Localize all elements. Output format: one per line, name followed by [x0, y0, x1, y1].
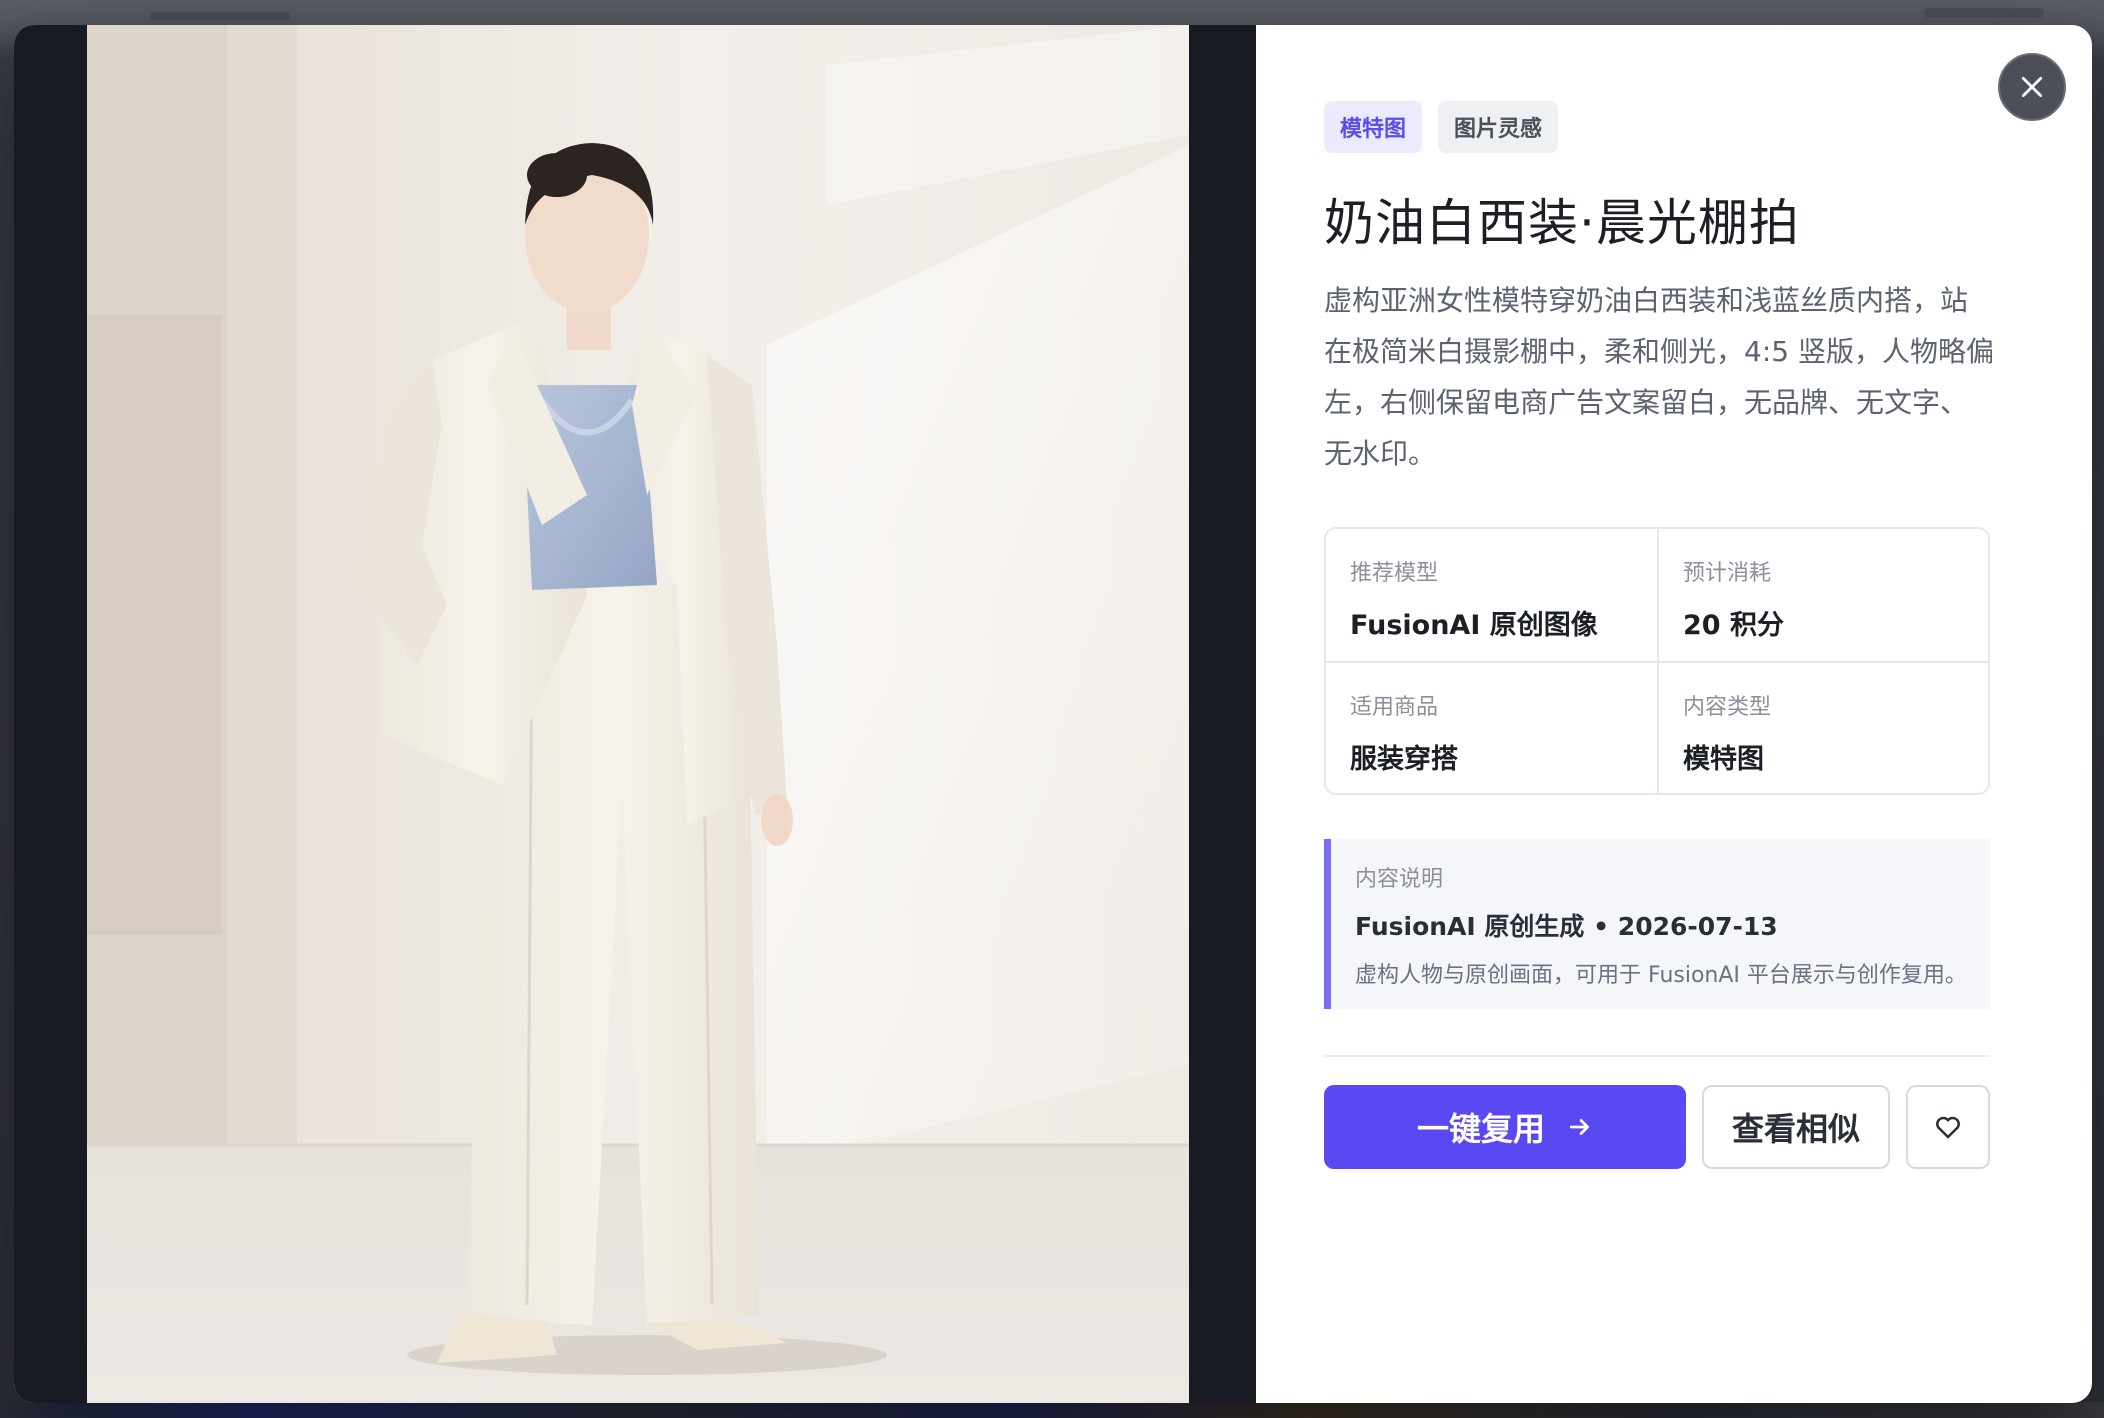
spec-content-type: 内容类型 模特图 [1657, 661, 1988, 793]
spec-value: 服装穿搭 [1350, 744, 1458, 775]
spec-label: 预计消耗 [1683, 561, 1772, 586]
preview-image [87, 25, 1189, 1403]
action-bar: 一键复用 查看相似 [1324, 1085, 1994, 1169]
backdrop-element [1924, 8, 2044, 18]
view-similar-label: 查看相似 [1731, 1110, 1860, 1148]
reuse-button[interactable]: 一键复用 [1324, 1085, 1686, 1169]
spec-label: 内容类型 [1683, 695, 1772, 720]
spec-value: 模特图 [1683, 744, 1764, 775]
note-title: FusionAI 原创生成 • 2026-07-13 [1355, 912, 1778, 941]
favorite-button[interactable] [1906, 1085, 1990, 1169]
spec-applicable-goods: 适用商品 服装穿搭 [1326, 661, 1657, 793]
spec-estimated-cost: 预计消耗 20 积分 [1657, 529, 1988, 661]
arrow-right-icon [1569, 1119, 1589, 1135]
tag-list: 模特图 图片灵感 [1324, 101, 1994, 153]
tag-model-image[interactable]: 模特图 [1324, 101, 1423, 153]
spec-label: 推荐模型 [1350, 561, 1439, 586]
spec-value: 20 积分 [1683, 610, 1784, 641]
divider [1324, 1055, 1990, 1057]
item-description: 虚构亚洲女性模特穿奶油白西装和浅蓝丝质内搭，站在极简米白摄影棚中，柔和侧光，4:… [1324, 284, 1994, 470]
spec-value: FusionAI 原创图像 [1350, 610, 1598, 641]
content-note: 内容说明 FusionAI 原创生成 • 2026-07-13 虚构人物与原创画… [1324, 839, 1990, 1009]
close-icon [2021, 76, 2043, 98]
heart-icon [1936, 1116, 1960, 1139]
detail-panel: 模特图 图片灵感 奶油白西装·晨光棚拍 虚构亚洲女性模特穿奶油白西装和浅蓝丝质内… [1256, 25, 2092, 1403]
backdrop-thumbnails [0, 1402, 2104, 1418]
close-button[interactable] [1998, 53, 2066, 121]
tag-image-inspiration[interactable]: 图片灵感 [1438, 101, 1559, 153]
model-photo-illustration [87, 25, 1189, 1403]
backdrop-element [150, 12, 290, 20]
spec-label: 适用商品 [1350, 695, 1439, 720]
reuse-button-label: 一键复用 [1416, 1110, 1545, 1148]
spec-grid: 推荐模型 FusionAI 原创图像 预计消耗 20 积分 适用商品 服装穿搭 … [1324, 527, 1990, 795]
image-viewer [14, 25, 1256, 1403]
note-label: 内容说明 [1355, 867, 1444, 892]
item-title: 奶油白西装·晨光棚拍 [1324, 194, 1800, 252]
preview-modal: 模特图 图片灵感 奶油白西装·晨光棚拍 虚构亚洲女性模特穿奶油白西装和浅蓝丝质内… [14, 25, 2092, 1403]
note-text: 虚构人物与原创画面，可用于 FusionAI 平台展示与创作复用。 [1355, 963, 1967, 988]
view-similar-button[interactable]: 查看相似 [1702, 1085, 1890, 1169]
spec-recommended-model: 推荐模型 FusionAI 原创图像 [1326, 529, 1657, 661]
